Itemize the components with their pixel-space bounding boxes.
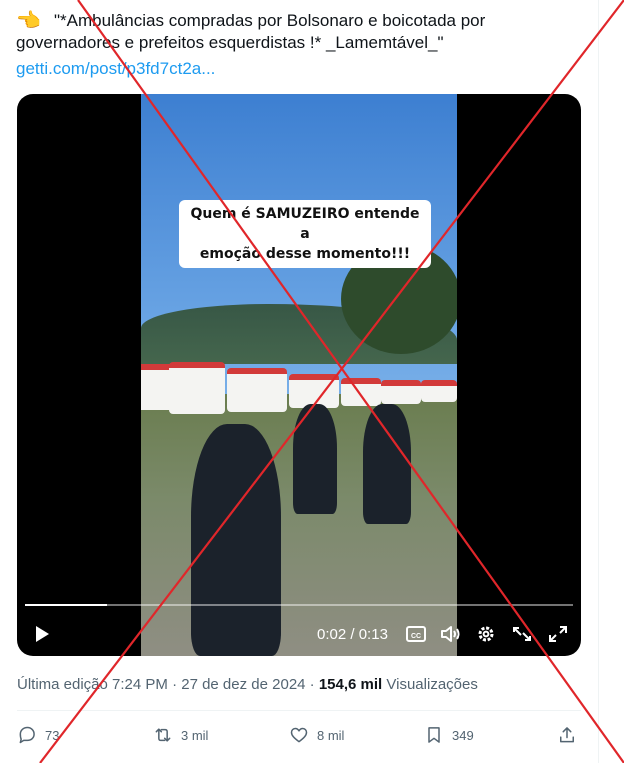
column-border	[598, 0, 599, 763]
volume-icon[interactable]	[439, 624, 461, 644]
like-button[interactable]: 8 mil	[289, 722, 344, 748]
video-frame: Quem é SAMUZEIRO entende a emoção desse …	[141, 94, 457, 656]
share-button[interactable]	[557, 722, 585, 748]
video-current-time: 0:02	[317, 626, 347, 643]
repost-icon	[155, 728, 171, 742]
play-icon[interactable]	[31, 624, 53, 644]
bookmark-button[interactable]: 349	[424, 722, 474, 748]
video-caption-line-1: Quem é SAMUZEIRO entende a	[190, 206, 420, 242]
reply-button[interactable]: 73	[17, 722, 59, 748]
divider	[17, 710, 581, 711]
views-count: 154,6 mil	[318, 676, 383, 693]
tweet-link[interactable]: getti.com/post/p3fd7ct2a...	[16, 58, 215, 80]
heart-icon	[290, 727, 308, 743]
picture-in-picture-icon[interactable]	[511, 624, 533, 644]
bookmark-count: 349	[452, 727, 474, 743]
views-label: Visualizações	[382, 676, 478, 693]
video-player[interactable]: Quem é SAMUZEIRO entende a emoção desse …	[17, 94, 581, 656]
video-progress-fill	[25, 604, 108, 606]
fullscreen-icon[interactable]	[547, 624, 569, 644]
video-controls: 0:02 / 0:13 CC	[17, 618, 581, 650]
video-time: 0:02 / 0:13	[317, 626, 388, 643]
reply-count: 73	[45, 727, 60, 743]
tweet-text-line-1: "*Ambulâncias compradas por Bolsonaro e …	[54, 11, 486, 30]
repost-button[interactable]: 3 mil	[153, 722, 208, 748]
tweet-actions: 73 3 mil 8 mil 349	[17, 722, 581, 750]
tweet-meta: Última edição 7:24 PM · 27 de dez de 202…	[17, 676, 478, 693]
tweet-text-line-2: governadores e prefeitos esquerdistas !*…	[16, 33, 444, 52]
video-person-2	[293, 404, 337, 514]
svg-text:CC: CC	[411, 633, 421, 640]
like-count: 8 mil	[317, 727, 345, 743]
video-caption: Quem é SAMUZEIRO entende a emoção desse …	[179, 200, 431, 268]
video-duration: 0:13	[358, 626, 388, 643]
pointing-hand-emoji: 👈	[16, 10, 41, 32]
bookmark-icon	[428, 727, 440, 743]
captions-icon[interactable]: CC	[405, 624, 427, 644]
tweet-text: "*Ambulâncias compradas por Bolsonaro e …	[16, 10, 564, 52]
video-caption-line-2: emoção desse momento!!!	[199, 246, 411, 262]
video-person-3	[363, 404, 411, 524]
video-ambulances	[141, 352, 457, 422]
repost-count: 3 mil	[181, 727, 209, 743]
share-icon	[560, 727, 574, 743]
video-time-separator: /	[350, 626, 359, 643]
video-progress-bar[interactable]	[25, 604, 573, 606]
edited-timestamp[interactable]: Última edição 7:24 PM · 27 de dez de 202…	[17, 676, 319, 693]
reply-icon	[19, 726, 35, 744]
settings-icon[interactable]	[475, 624, 497, 644]
